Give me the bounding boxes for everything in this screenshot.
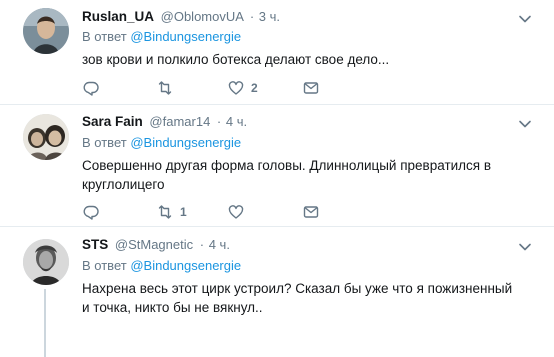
separator-dot: · — [249, 9, 255, 24]
retweet-button[interactable]: 1 — [156, 202, 187, 222]
like-count: 2 — [251, 81, 258, 95]
retweet-button[interactable] — [156, 78, 180, 98]
like-button[interactable] — [227, 202, 251, 222]
heart-icon — [227, 79, 245, 97]
reply-icon — [82, 79, 100, 97]
separator-dot: · — [216, 114, 222, 129]
reply-prefix: В ответ — [82, 258, 127, 273]
reply-mention-link[interactable]: @Bindungsenergie — [130, 29, 241, 44]
tweet[interactable]: Ruslan_UA @OblomovUA · 3 ч. В ответ @Bin… — [0, 0, 554, 105]
tweet-text: Нахрена весь этот цирк устроил? Сказал б… — [82, 281, 513, 315]
reply-context: В ответ @Bindungsenergie — [82, 134, 241, 152]
reply-button[interactable] — [82, 78, 106, 98]
user-handle[interactable]: @StMagnetic — [115, 237, 193, 252]
direct-message-button[interactable] — [302, 78, 320, 98]
tweet-header: Ruslan_UA @OblomovUA · 3 ч. — [82, 8, 280, 26]
timestamp[interactable]: 4 ч. — [209, 237, 230, 252]
chevron-down-icon[interactable] — [518, 117, 532, 131]
tweet-text: зов крови и полкило ботекса делают свое … — [82, 52, 390, 67]
reply-prefix: В ответ — [82, 29, 127, 44]
direct-message-button[interactable] — [302, 202, 320, 222]
avatar[interactable] — [23, 8, 69, 54]
reply-context: В ответ @Bindungsenergie — [82, 28, 241, 46]
heart-icon — [227, 203, 245, 221]
chevron-down-icon[interactable] — [518, 240, 532, 254]
reply-context: В ответ @Bindungsenergie — [82, 257, 241, 275]
tweet[interactable]: STS @StMagnetic · 4 ч. В ответ @Bindungs… — [0, 227, 554, 357]
reply-prefix: В ответ — [82, 135, 127, 150]
user-name[interactable]: Sara Fain — [82, 114, 143, 129]
tweet-text: Совершенно другая форма головы. Длинноли… — [82, 158, 492, 192]
avatar-image — [23, 8, 69, 54]
reply-mention-link[interactable]: @Bindungsenergie — [130, 258, 241, 273]
separator-dot: · — [199, 237, 205, 252]
tweet-header: Sara Fain @famar14 · 4 ч. — [82, 113, 247, 131]
timestamp[interactable]: 4 ч. — [226, 114, 247, 129]
reply-button[interactable] — [82, 202, 106, 222]
tweet-header: STS @StMagnetic · 4 ч. — [82, 236, 230, 254]
timestamp[interactable]: 3 ч. — [259, 9, 280, 24]
retweet-icon — [156, 79, 174, 97]
tweet-actions: 2 — [82, 78, 522, 98]
chevron-down-icon[interactable] — [518, 12, 532, 26]
user-name[interactable]: Ruslan_UA — [82, 9, 154, 24]
reply-mention-link[interactable]: @Bindungsenergie — [130, 135, 241, 150]
reply-icon — [82, 203, 100, 221]
tweet-actions: 1 — [82, 202, 522, 222]
user-handle[interactable]: @famar14 — [149, 114, 210, 129]
tweet[interactable]: Sara Fain @famar14 · 4 ч. В ответ @Bindu… — [0, 105, 554, 227]
avatar-image — [23, 114, 69, 160]
avatar[interactable] — [23, 239, 69, 285]
avatar-image — [23, 239, 69, 285]
user-handle[interactable]: @OblomovUA — [161, 9, 244, 24]
like-button[interactable]: 2 — [227, 78, 258, 98]
envelope-icon — [302, 203, 320, 221]
avatar[interactable] — [23, 114, 69, 160]
envelope-icon — [302, 79, 320, 97]
thread-line — [44, 289, 46, 357]
retweet-count: 1 — [180, 205, 187, 219]
user-name[interactable]: STS — [82, 237, 108, 252]
retweet-icon — [156, 203, 174, 221]
